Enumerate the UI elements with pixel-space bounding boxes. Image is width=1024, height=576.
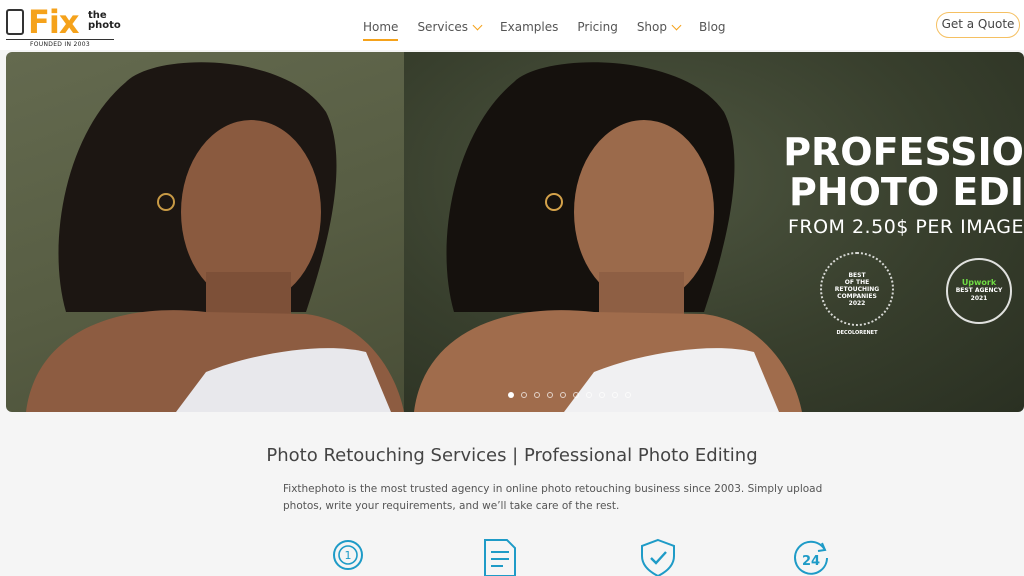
badge1-year: 2022	[848, 299, 866, 307]
nav-shop-label: Shop	[636, 20, 667, 34]
badge2-brand: Upwork	[961, 278, 997, 287]
award-badge-upwork: Upwork BEST AGENCY 2021	[946, 258, 1012, 324]
nav-blog-label: Blog	[699, 20, 726, 34]
hero-line-1: PROFESSIO	[783, 130, 1024, 174]
hero-price-line: FROM 2.50$ PER IMAGE	[787, 216, 1024, 238]
slider-dot[interactable]	[625, 392, 631, 398]
logo-camera-icon	[6, 9, 24, 35]
clock-hours: 24	[802, 554, 820, 569]
fixthephoto-logo[interactable]: Fix the photo FOUNDED IN 2003	[6, 3, 121, 49]
before-photo	[6, 52, 404, 412]
document-checklist-icon	[484, 539, 516, 576]
main-nav: Home Services Examples Pricing Shop Blog	[363, 17, 745, 41]
nav-blog[interactable]: Blog	[699, 17, 726, 37]
site-header: Fix the photo FOUNDED IN 2003 Home Servic…	[0, 0, 1024, 50]
hero-line-2: PHOTO EDI	[788, 170, 1024, 214]
slider-dot[interactable]	[560, 392, 566, 398]
nav-services[interactable]: Services	[417, 17, 483, 37]
badge1-line-3: RETOUCHING	[834, 285, 880, 293]
24-hours-clock-icon: 24	[794, 540, 828, 575]
get-a-quote-button[interactable]: Get a Quote	[936, 12, 1020, 38]
logo-photo: photo	[88, 20, 121, 31]
nav-home[interactable]: Home	[363, 17, 399, 41]
nav-services-label: Services	[417, 20, 469, 34]
logo-the-photo: the photo	[88, 11, 121, 31]
medal-number: 1	[345, 549, 352, 562]
badge2-year: 2021	[970, 295, 988, 302]
slider-dot[interactable]	[612, 392, 618, 398]
page-title: Photo Retouching Services | Professional…	[266, 445, 758, 466]
slider-dot[interactable]	[586, 392, 592, 398]
slider-dot[interactable]	[599, 392, 605, 398]
badge1-source: DECOLORENET	[836, 330, 878, 336]
hero-headline: PROFESSIO PHOTO EDI FROM 2.50$ PER IMAGE	[783, 132, 1024, 242]
intro-text: Fixthephoto is the most trusted agency i…	[283, 483, 823, 512]
slider-dot[interactable]	[547, 392, 553, 398]
portrait-before-image	[26, 62, 404, 412]
logo-founded: FOUNDED IN 2003	[6, 39, 114, 48]
slider-dots[interactable]	[508, 392, 638, 398]
nav-examples-label: Examples	[500, 20, 559, 34]
nav-home-label: Home	[363, 20, 399, 34]
badge1-line-1: BEST	[848, 271, 866, 279]
nav-pricing-label: Pricing	[577, 20, 618, 34]
award-badge-retouching: BEST OF THE RETOUCHING COMPANIES 2022 DE…	[818, 252, 896, 337]
logo-brand: Fix	[28, 3, 79, 41]
badge1-line-2: OF THE	[844, 278, 870, 286]
award-medal-icon: 1	[333, 540, 363, 570]
slider-dot[interactable]	[534, 392, 540, 398]
shield-check-icon	[641, 538, 675, 576]
slider-dot[interactable]	[508, 392, 514, 398]
badge1-line-4: COMPANIES	[837, 292, 877, 300]
hero-slider[interactable]: PROFESSIO PHOTO EDI FROM 2.50$ PER IMAGE…	[6, 52, 1024, 412]
chevron-down-icon	[472, 20, 483, 30]
nav-pricing[interactable]: Pricing	[577, 17, 617, 37]
slider-dot[interactable]	[521, 392, 527, 398]
nav-shop[interactable]: Shop	[636, 17, 682, 37]
slider-dot[interactable]	[573, 392, 579, 398]
laurel-wreath-icon: BEST OF THE RETOUCHING COMPANIES 2022	[820, 252, 894, 326]
nav-examples[interactable]: Examples	[500, 17, 558, 37]
chevron-down-icon	[671, 20, 682, 30]
badge2-line-1: BEST AGENCY	[955, 287, 1003, 294]
